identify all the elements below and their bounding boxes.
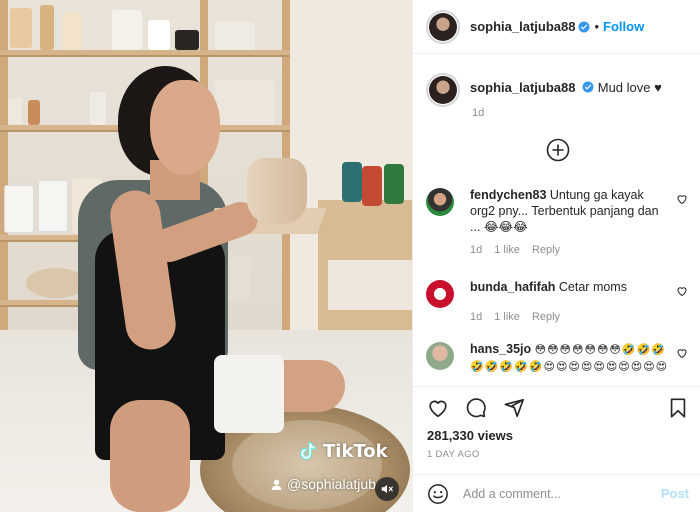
heart-icon[interactable] [676,347,688,359]
view-count[interactable]: 281,330 views [427,428,513,443]
caption-username[interactable]: sophia_latjuba88 [470,80,575,95]
author-avatar[interactable] [426,9,460,44]
comment-username[interactable]: bunda_hafifah [470,280,555,294]
reply-button[interactable]: Reply [532,309,560,325]
paint-jar-green [384,164,404,204]
share-icon[interactable] [503,397,525,419]
comment-icon[interactable] [465,397,487,419]
person-face [150,80,220,175]
caption-time[interactable]: 1d [472,107,484,119]
comment-likes[interactable]: 1 like [494,309,520,325]
comment-item: fendychen83 Untung ga kayak org2 pny... … [426,187,688,258]
comment-avatar[interactable] [426,342,454,370]
follow-button[interactable]: Follow [603,19,644,34]
tiktok-brand-text: TikTok [323,440,388,462]
comment-avatar[interactable] [426,188,454,216]
reply-button[interactable]: Reply [532,242,560,258]
caption-avatar[interactable] [426,73,460,107]
post-comment-button[interactable]: Post [661,486,689,501]
heart-icon[interactable] [676,285,688,297]
mute-icon [381,484,393,494]
post-actions: 281,330 views 1 DAY AGO [413,386,700,474]
comment-username[interactable]: hans_35jo [470,342,531,356]
post-sidebar: sophia_latjuba88 • Follow sophia_latjuba… [412,0,700,512]
comments-list[interactable]: sophia_latjuba88 Mud love ♥ 1d fendychen… [413,55,700,385]
verified-badge-icon [582,81,594,93]
comment-input[interactable] [463,486,653,501]
post-caption: sophia_latjuba88 Mud love ♥ [426,73,662,107]
user-icon [271,479,282,490]
comment-avatar[interactable] [426,280,454,308]
clay-pot [247,158,307,224]
paint-jar-red [362,166,382,206]
tiktok-handle-text: @sophialatjub [287,476,376,492]
comment-time[interactable]: 1d [470,309,482,325]
heart-icon[interactable] [427,397,449,419]
comment-likes[interactable]: 1 like [494,242,520,258]
post-media[interactable]: TikTok @sophialatjub [0,0,412,512]
towel [214,355,284,433]
plus-circle-icon[interactable] [546,138,570,162]
post-header: sophia_latjuba88 • Follow [413,0,700,54]
person-leg-left [110,400,190,512]
tiktok-icon [300,442,316,460]
comment-composer: Post [413,474,700,512]
verified-badge-icon [578,21,590,32]
tiktok-watermark: TikTok [296,440,388,462]
comment-item: hans_35jo 😳😳😳😳😳😳😳🤣🤣🤣🤣🤣🤣🤣🤣😍😍😍😍😍😍😍😍😍😍 [426,341,688,375]
comment-username[interactable]: fendychen83 [470,188,546,202]
post-timestamp[interactable]: 1 DAY AGO [427,449,480,460]
comment-time[interactable]: 1d [470,242,482,258]
bookmark-icon[interactable] [667,397,689,419]
comment-text: Cetar moms [558,280,627,294]
heart-icon[interactable] [676,193,688,205]
caption-text: Mud love ♥ [597,80,662,95]
background-cabinet-shelf [328,260,412,310]
author-username[interactable]: sophia_latjuba88 [470,19,575,34]
comment-item: bunda_hafifah Cetar moms 1d 1 like Reply [426,279,688,325]
mute-button[interactable] [375,477,399,501]
paint-jar-teal [342,162,362,202]
pottery-wheel-head [232,420,382,510]
emoji-icon[interactable] [427,483,449,505]
separator-dot: • [594,19,600,34]
tiktok-handle: @sophialatjub [270,476,376,492]
